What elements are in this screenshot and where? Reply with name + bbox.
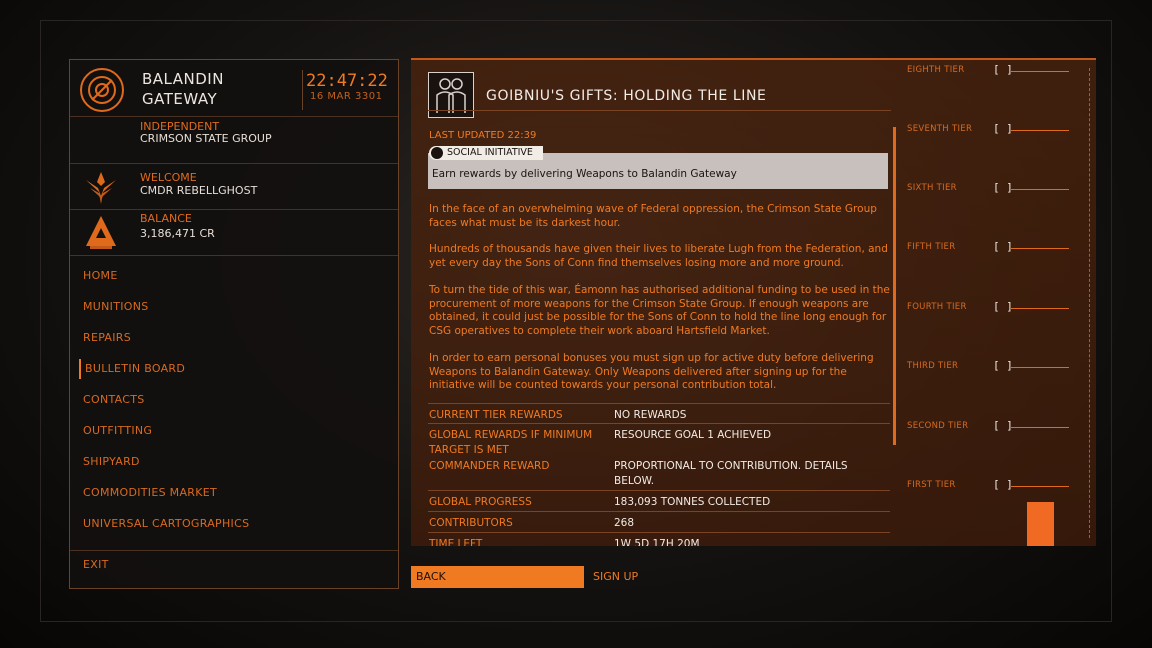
balance-row: BALANCE 3,186,471 CR <box>70 209 398 256</box>
date: 16 MAR 3301 <box>310 91 383 102</box>
table-row: CURRENT TIER REWARDS NO REWARDS <box>428 403 890 424</box>
station-services-panel: BALANDIN GATEWAY 22:47:22 16 MAR 3301 IN… <box>69 59 399 589</box>
commander-name: CMDR REBELLGHOST <box>140 184 258 197</box>
tier-marker: [ ] <box>993 478 1013 491</box>
table-value: 1W 5D 17H 20M <box>614 538 700 546</box>
table-key: GLOBAL PROGRESS <box>429 496 532 508</box>
tier-connector <box>1011 189 1069 190</box>
menu-home[interactable]: HOME <box>83 266 383 286</box>
initiative-icon <box>431 147 443 159</box>
faction-name: CRIMSON STATE GROUP <box>140 132 272 145</box>
initiative-panel: GOIBNIU'S GIFTS: HOLDING THE LINE LAST U… <box>411 58 1096 546</box>
station-icon <box>80 68 124 112</box>
station-header: BALANDIN GATEWAY 22:47:22 16 MAR 3301 <box>70 60 398 117</box>
menu-exit[interactable]: EXIT <box>83 555 383 575</box>
clock: 22:47:22 <box>306 71 388 91</box>
menu-repairs[interactable]: REPAIRS <box>83 328 383 348</box>
station-name-line1: BALANDIN <box>142 70 224 88</box>
table-key: TIME LEFT <box>429 538 483 546</box>
tier-connector <box>1011 71 1069 72</box>
table-value: NO REWARDS <box>614 409 687 421</box>
paragraph-2: Hundreds of thousands have given their l… <box>429 243 888 269</box>
station-name: BALANDIN GATEWAY <box>142 69 292 109</box>
table-value: PROPORTIONAL TO CONTRIBUTION. DETAILS BE… <box>614 460 848 487</box>
table-value: RESOURCE GOAL 1 ACHIEVED <box>614 429 772 441</box>
tier-5: FIFTH TIER [ ] <box>907 240 1092 256</box>
tier-label: EIGHTH TIER <box>907 65 965 75</box>
table-row: COMMANDER REWARD PROPORTIONAL TO CONTRIB… <box>428 454 890 491</box>
initiative-content: GOIBNIU'S GIFTS: HOLDING THE LINE LAST U… <box>411 60 1096 546</box>
menu-divider <box>70 255 398 256</box>
initiative-title: GOIBNIU'S GIFTS: HOLDING THE LINE <box>486 88 767 104</box>
balance-label: BALANCE <box>140 212 192 225</box>
tier-progress-bar <box>1027 502 1054 546</box>
table-key: CONTRIBUTORS <box>429 517 513 529</box>
tier-connector <box>1011 486 1069 487</box>
tier-ladder: EIGHTH TIER [ ] SEVENTH TIER [ ] SIXTH T… <box>899 60 1096 546</box>
paragraph-3: To turn the tide of this war, Éamonn has… <box>429 284 890 337</box>
balance-value: 3,186,471 CR <box>140 227 215 240</box>
station-name-line2: GATEWAY <box>142 90 218 108</box>
table-key: COMMANDER REWARD <box>429 460 550 472</box>
tier-label: SEVENTH TIER <box>907 124 973 134</box>
tier-label: SECOND TIER <box>907 421 969 431</box>
social-initiative-badge: SOCIAL INITIATIVE <box>429 146 543 160</box>
welcome-row: WELCOME CMDR REBELLGHOST <box>70 163 398 210</box>
tier-connector <box>1011 248 1069 249</box>
sign-up-button[interactable]: SIGN UP <box>593 566 638 588</box>
tier-2: SECOND TIER [ ] <box>907 419 1092 435</box>
tier-1: FIRST TIER [ ] <box>907 478 1092 494</box>
paragraph-1: In the face of an overwhelming wave of F… <box>429 203 877 229</box>
tier-6: SIXTH TIER [ ] <box>907 181 1092 197</box>
table-row: TIME LEFT 1W 5D 17H 20M <box>428 532 890 546</box>
table-key: CURRENT TIER REWARDS <box>429 409 563 421</box>
tier-connector <box>1011 367 1069 368</box>
tier-4: FOURTH TIER [ ] <box>907 300 1092 316</box>
title-underline <box>428 110 891 111</box>
tier-connector <box>1011 308 1069 309</box>
tier-8: EIGHTH TIER [ ] <box>907 63 1092 79</box>
tier-marker: [ ] <box>993 240 1013 253</box>
tier-label: SIXTH TIER <box>907 183 957 193</box>
menu-commodities-market[interactable]: COMMODITIES MARKET <box>83 483 383 503</box>
menu-shipyard[interactable]: SHIPYARD <box>83 452 383 472</box>
tier-marker: [ ] <box>993 419 1013 432</box>
table-row: GLOBAL REWARDS IF MINIMUM TARGET IS MET … <box>428 423 890 456</box>
tier-marker: [ ] <box>993 300 1013 313</box>
tier-marker: [ ] <box>993 181 1013 194</box>
scrollbar[interactable] <box>893 127 896 445</box>
table-row: CONTRIBUTORS 268 <box>428 511 890 533</box>
tier-label: FIRST TIER <box>907 480 956 490</box>
welcome-label: WELCOME <box>140 171 197 184</box>
tier-3: THIRD TIER [ ] <box>907 359 1092 375</box>
people-icon <box>428 72 474 118</box>
tier-connector <box>1011 130 1069 131</box>
paragraph-4: In order to earn personal bonuses you mu… <box>429 352 874 391</box>
tier-connector <box>1011 427 1069 428</box>
header-divider <box>302 70 303 110</box>
menu-bulletin-board[interactable]: BULLETIN BOARD <box>79 359 385 379</box>
menu-outfitting[interactable]: OUTFITTING <box>83 421 383 441</box>
balance-icon <box>86 216 116 249</box>
exit-divider <box>70 550 398 551</box>
tier-label: THIRD TIER <box>907 361 959 371</box>
table-value: 268 <box>614 517 635 529</box>
table-value: 183,093 TONNES COLLECTED <box>614 496 771 508</box>
menu-contacts[interactable]: CONTACTS <box>83 390 383 410</box>
menu-munitions[interactable]: MUNITIONS <box>83 297 383 317</box>
rank-icon <box>86 172 116 204</box>
last-updated: LAST UPDATED 22:39 <box>429 130 537 141</box>
back-button[interactable]: BACK <box>411 566 584 588</box>
tier-label: FOURTH TIER <box>907 302 967 312</box>
tier-marker: [ ] <box>993 63 1013 76</box>
table-row: GLOBAL PROGRESS 183,093 TONNES COLLECTED <box>428 490 890 512</box>
tier-marker: [ ] <box>993 359 1013 372</box>
badge-label: SOCIAL INITIATIVE <box>447 147 533 158</box>
tier-7: SEVENTH TIER [ ] <box>907 122 1092 138</box>
tier-label: FIFTH TIER <box>907 242 956 252</box>
menu-universal-cartographics[interactable]: UNIVERSAL CARTOGRAPHICS <box>83 514 383 534</box>
tier-marker: [ ] <box>993 122 1013 135</box>
